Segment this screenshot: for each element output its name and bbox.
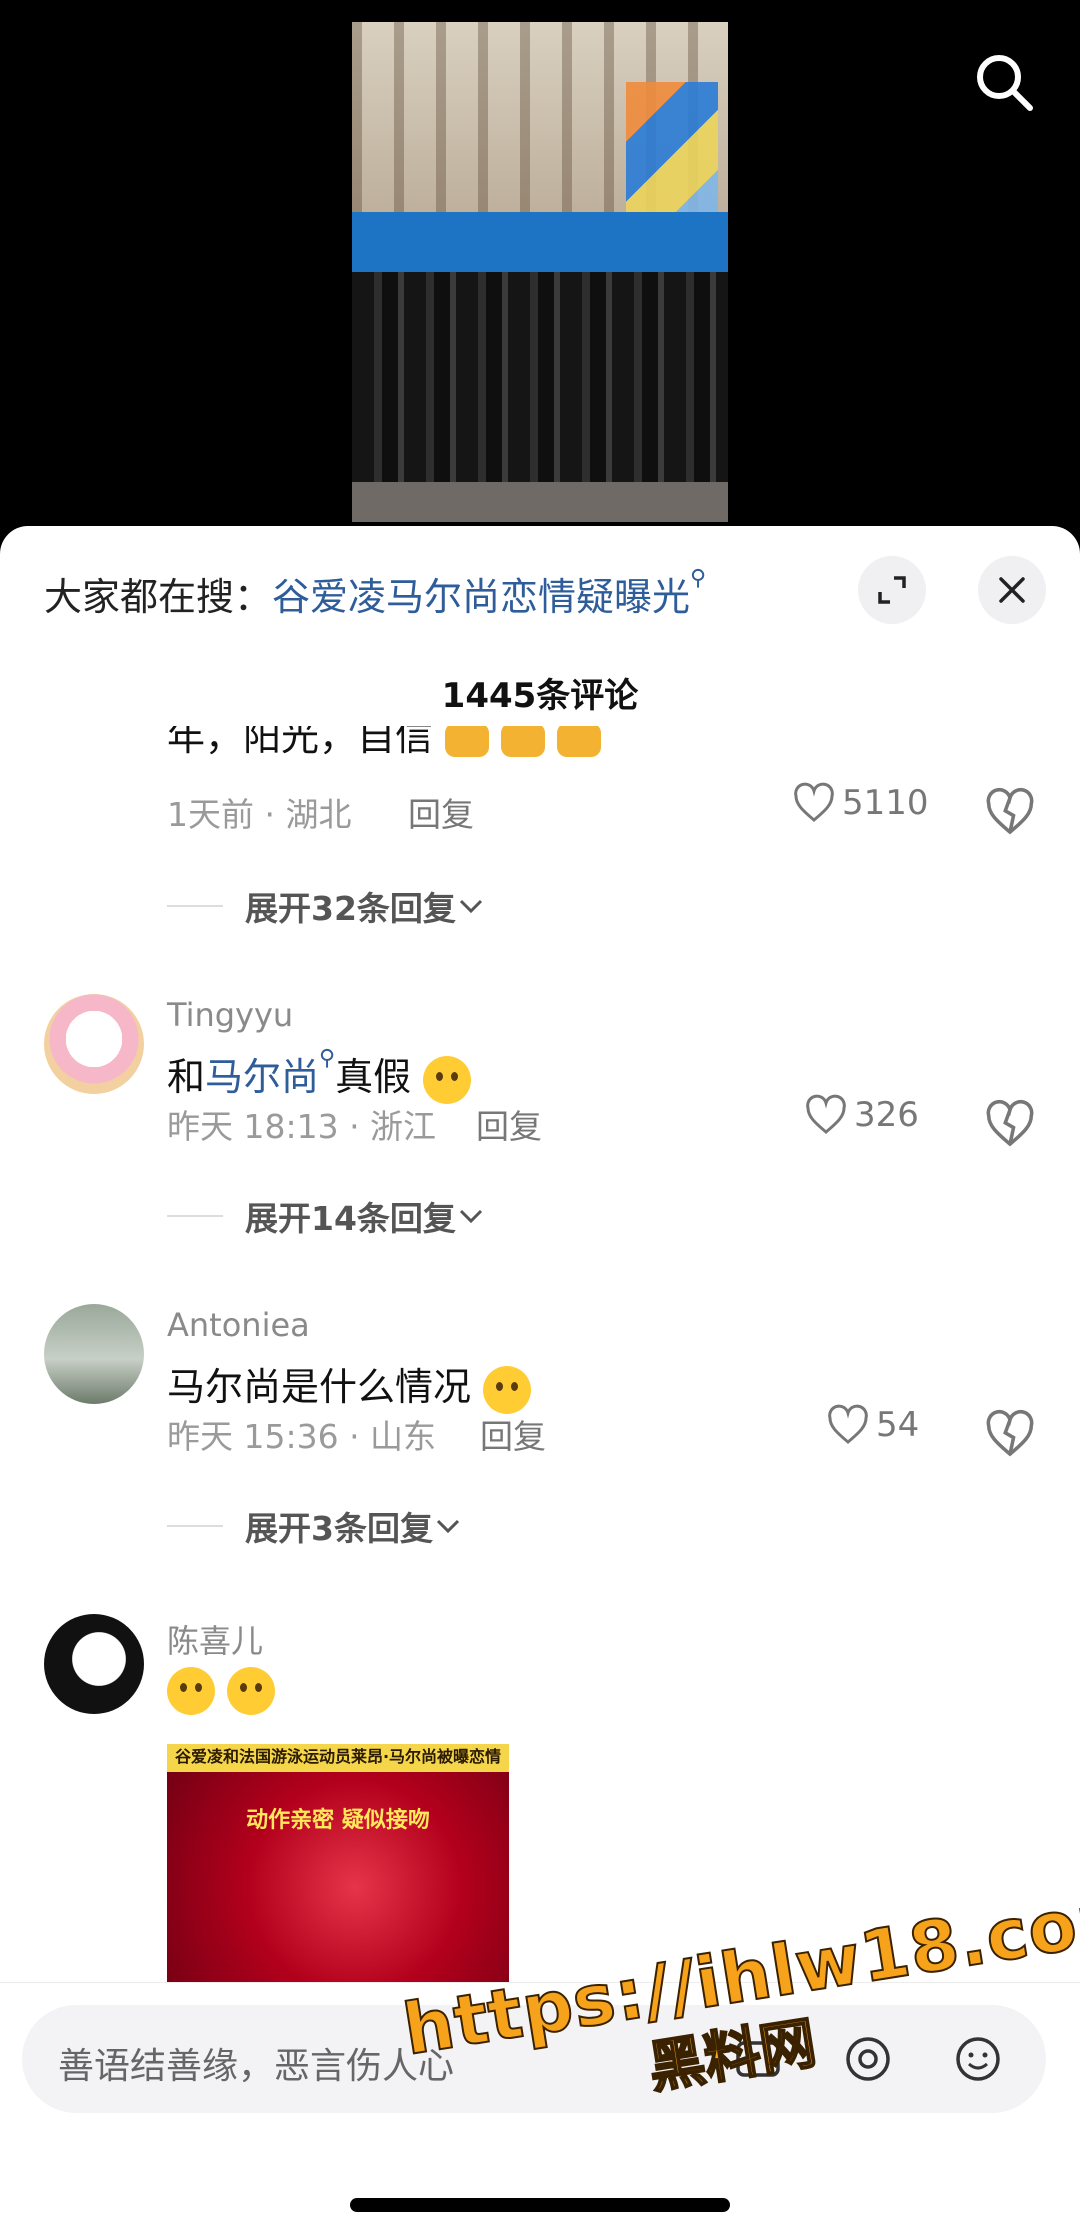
surprised-emoji — [483, 1365, 532, 1414]
comment-text: 马尔尚是什么情况 — [167, 1356, 532, 1414]
broken-heart-icon[interactable] — [984, 1408, 1036, 1460]
video-stage — [352, 212, 728, 272]
video-player[interactable] — [0, 0, 1080, 540]
chevron-down-icon — [436, 1519, 460, 1534]
avatar[interactable] — [44, 1304, 144, 1404]
expand-replies[interactable]: 展开3条回复 — [167, 1502, 463, 1550]
sweat-smile-emoji — [227, 1666, 276, 1715]
comment-image[interactable]: 谷爱凌和法国游泳运动员莱昂·马尔尚被曝恋情 动作亲密 疑似接吻 — [167, 1744, 509, 1986]
video-banner — [626, 82, 718, 230]
close-button[interactable] — [978, 556, 1046, 624]
close-icon — [999, 577, 1025, 603]
chevron-down-icon — [459, 1209, 482, 1224]
username[interactable]: Antoniea — [167, 1306, 310, 1344]
comment-count: 1445条评论 — [441, 676, 639, 716]
expand-icon — [878, 576, 906, 604]
clap-emoji — [501, 726, 546, 757]
crying-emoji — [423, 1055, 472, 1104]
home-indicator[interactable] — [350, 2198, 730, 2212]
chevron-down-icon — [459, 899, 482, 914]
broken-heart-icon[interactable] — [984, 1098, 1036, 1150]
search-small-icon: ⚲ — [690, 566, 707, 591]
comment-meta: 昨天 15:36 · 山东 — [167, 1417, 437, 1456]
expand-replies[interactable]: 展开32条回复 — [167, 882, 486, 930]
heart-icon — [806, 1094, 846, 1134]
like-count: 326 — [854, 1095, 919, 1135]
expand-button[interactable] — [858, 556, 926, 624]
image-caption: 谷爱凌和法国游泳运动员莱昂·马尔尚被曝恋情 — [167, 1744, 509, 1772]
avatar[interactable] — [44, 994, 144, 1094]
username[interactable]: Tingyyu — [167, 996, 293, 1034]
reply-button[interactable]: 回复 — [480, 1410, 546, 1458]
video-frame[interactable] — [352, 22, 728, 522]
search-small-icon: ⚲ — [319, 1046, 336, 1071]
comment-meta: 昨天 18:13 · 浙江 — [167, 1107, 437, 1146]
clap-emoji — [557, 726, 602, 757]
reply-button[interactable]: 回复 — [408, 788, 474, 836]
heart-icon — [794, 782, 834, 822]
like-button[interactable]: 5110 — [792, 782, 929, 824]
username[interactable]: 陈喜儿 — [167, 1616, 263, 1662]
like-button[interactable]: 326 — [804, 1094, 919, 1136]
hot-search-bar[interactable]: 大家都在搜：谷爱凌马尔尚恋情疑曝光⚲ — [44, 566, 706, 621]
like-count: 5110 — [842, 783, 929, 823]
broken-heart-icon[interactable] — [984, 786, 1036, 838]
like-count: 54 — [876, 1405, 920, 1445]
hot-search-prefix: 大家都在搜： — [44, 575, 273, 619]
sweat-smile-emoji — [167, 1666, 215, 1715]
video-crowd — [352, 272, 728, 522]
comment-keyword[interactable]: 马尔尚 — [205, 1055, 319, 1099]
divider — [167, 1525, 223, 1527]
divider — [167, 1215, 223, 1217]
hot-search-keyword[interactable]: 谷爱凌马尔尚恋情疑曝光 — [272, 575, 690, 619]
comment-text — [167, 1666, 276, 1715]
like-button[interactable]: 54 — [826, 1404, 919, 1446]
divider — [167, 905, 223, 907]
search-icon[interactable] — [970, 48, 1040, 118]
comment-text: 和马尔尚⚲真假 — [167, 1046, 472, 1104]
comment-list[interactable]: 年，阳光，自信 1天前 · 湖北 回复 5110 展开32条回复 Tingyyu… — [0, 726, 1080, 1986]
image-subcaption: 动作亲密 疑似接吻 — [246, 1808, 430, 1833]
comment-text: 年，阳光，自信 — [167, 726, 613, 761]
expand-replies[interactable]: 展开14条回复 — [167, 1192, 486, 1240]
input-placeholder: 善语结善缘，恶言伤人心 — [58, 2046, 455, 2087]
comment-meta: 1天前 · 湖北 — [167, 795, 352, 834]
reply-button[interactable]: 回复 — [476, 1100, 542, 1148]
clap-emoji — [445, 726, 490, 757]
avatar[interactable] — [44, 1614, 144, 1714]
heart-icon — [828, 1404, 868, 1444]
